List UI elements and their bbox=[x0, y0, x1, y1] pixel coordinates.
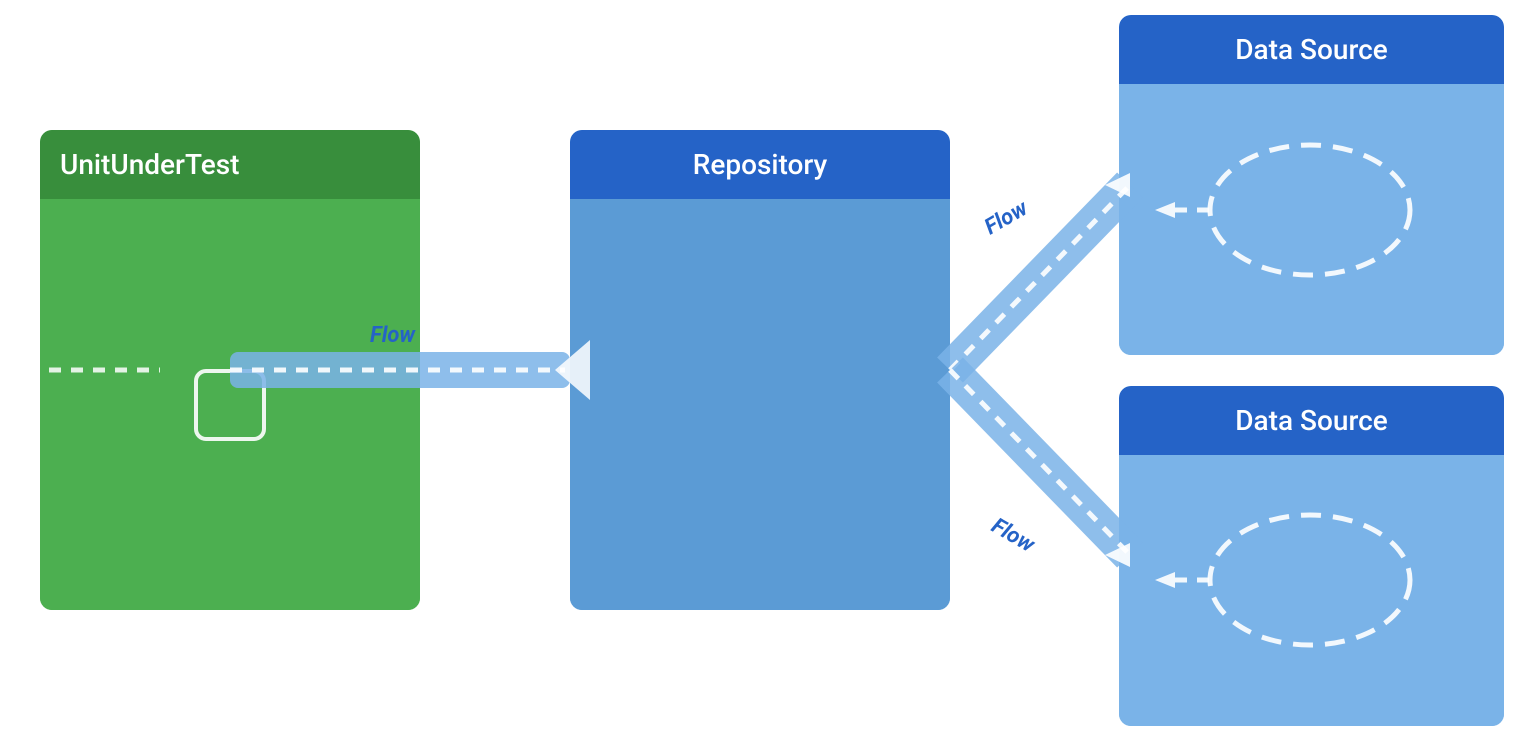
data-source-bottom-header: Data Source bbox=[1119, 386, 1504, 455]
unit-under-test-header: UnitUnderTest bbox=[40, 130, 420, 199]
data-source-top-box: Data Source bbox=[1119, 15, 1504, 355]
data-source-top-title: Data Source bbox=[1235, 33, 1387, 66]
data-source-top-header: Data Source bbox=[1119, 15, 1504, 84]
repository-box: Repository bbox=[570, 130, 950, 610]
flow-label-top: Flow bbox=[981, 195, 1034, 240]
diagram-container: UnitUnderTest Repository Data Source Dat… bbox=[0, 0, 1519, 741]
repository-body bbox=[570, 199, 950, 610]
data-source-bottom-box: Data Source bbox=[1119, 386, 1504, 726]
flow-label-bottom: Flow bbox=[987, 514, 1040, 559]
data-source-bottom-body bbox=[1119, 455, 1504, 726]
unit-under-test-box: UnitUnderTest bbox=[40, 130, 420, 610]
repository-title: Repository bbox=[693, 148, 828, 181]
data-source-bottom-title: Data Source bbox=[1235, 404, 1387, 437]
repository-header: Repository bbox=[570, 130, 950, 199]
unit-under-test-body bbox=[40, 199, 420, 610]
unit-under-test-title: UnitUnderTest bbox=[60, 148, 239, 181]
data-source-top-body bbox=[1119, 84, 1504, 355]
square-icon bbox=[194, 369, 266, 441]
